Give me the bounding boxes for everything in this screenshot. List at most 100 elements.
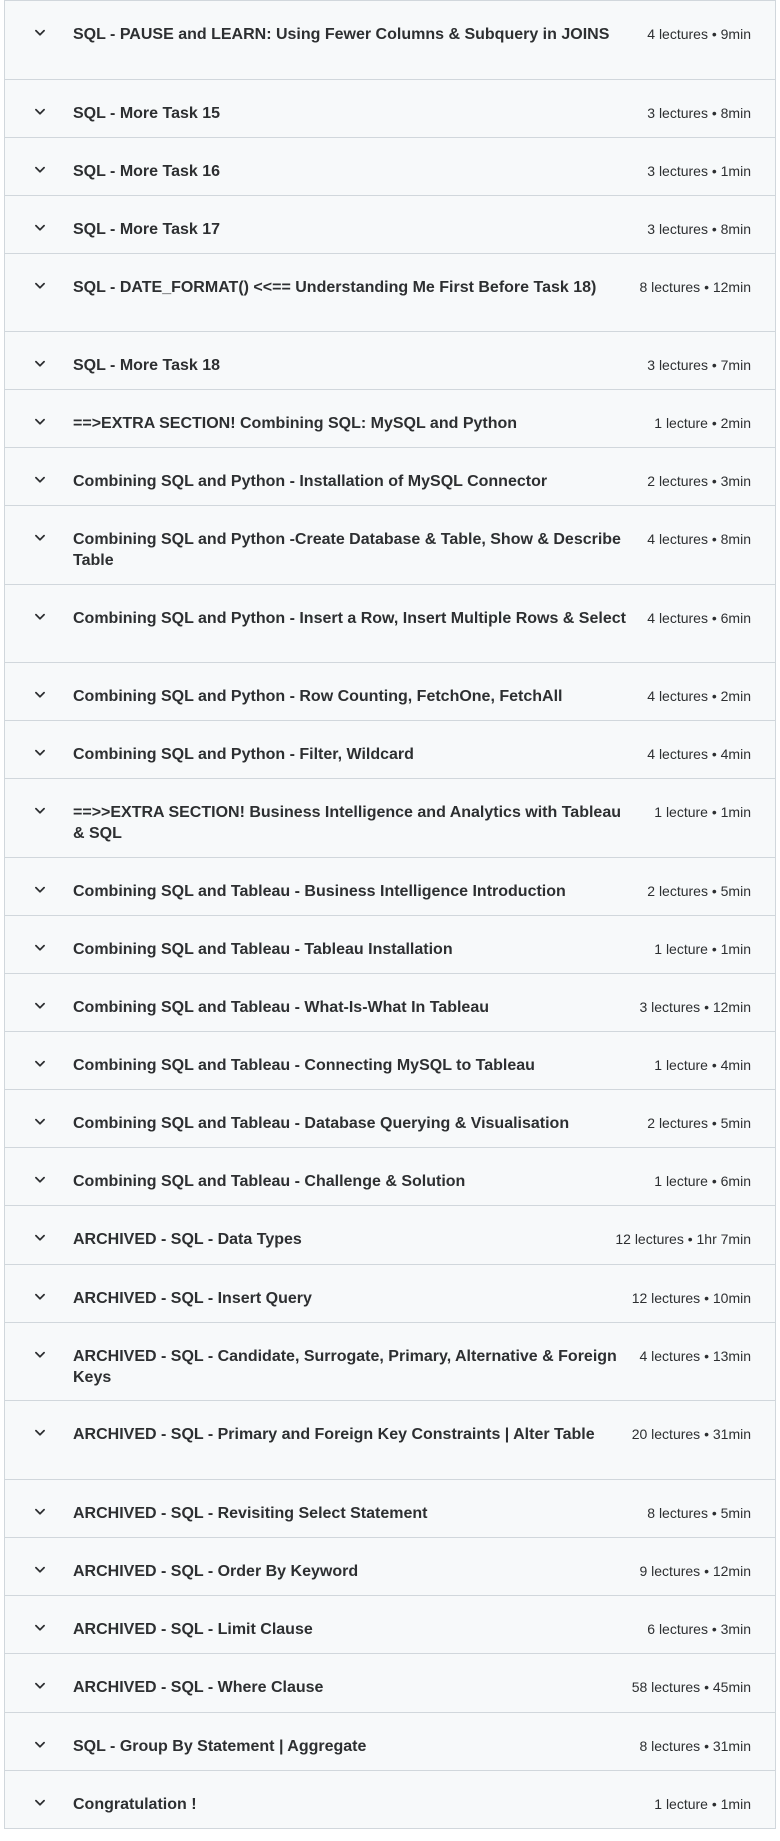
section-row[interactable]: Combining SQL and Tableau - Business Int… xyxy=(5,858,775,916)
section-row[interactable]: ARCHIVED - SQL - Data Types 12 lectures … xyxy=(5,1206,775,1265)
section-meta: 8 lectures • 12min xyxy=(639,279,751,295)
section-title: SQL - DATE_FORMAT() <<== Understanding M… xyxy=(73,279,597,296)
chevron-down-icon xyxy=(33,1796,47,1810)
section-row[interactable]: SQL - More Task 18 3 lectures • 7min xyxy=(5,332,775,390)
section-meta: 4 lectures • 2min xyxy=(647,688,751,704)
chevron-down-icon xyxy=(33,163,47,177)
section-title: Congratulation ! xyxy=(73,1796,197,1813)
section-title: Combining SQL and Python -Create Databas… xyxy=(73,531,621,569)
section-row[interactable]: ARCHIVED - SQL - Where Clause 58 lecture… xyxy=(5,1654,775,1713)
chevron-down-icon xyxy=(33,883,47,897)
section-title: Combining SQL and Tableau - What-Is-What… xyxy=(73,999,489,1016)
section-row[interactable]: SQL - DATE_FORMAT() <<== Understanding M… xyxy=(5,254,775,332)
section-meta: 3 lectures • 8min xyxy=(647,221,751,237)
section-row[interactable]: ARCHIVED - SQL - Order By Keyword 9 lect… xyxy=(5,1538,775,1596)
chevron-down-icon xyxy=(33,221,47,235)
section-meta: 3 lectures • 8min xyxy=(647,105,751,121)
chevron-down-icon xyxy=(33,1679,47,1693)
section-title: Combining SQL and Python - Filter, Wildc… xyxy=(73,746,414,763)
section-row[interactable]: ARCHIVED - SQL - Primary and Foreign Key… xyxy=(5,1401,775,1480)
section-title: ARCHIVED - SQL - Limit Clause xyxy=(73,1621,313,1638)
chevron-down-icon xyxy=(33,688,47,702)
section-title: SQL - More Task 15 xyxy=(73,105,221,122)
section-title: ARCHIVED - SQL - Insert Query xyxy=(73,1290,312,1307)
section-meta: 3 lectures • 12min xyxy=(639,999,751,1015)
section-meta: 1 lecture • 6min xyxy=(654,1173,751,1189)
section-title: Combining SQL and Tableau - Challenge & … xyxy=(73,1173,466,1190)
section-meta: 4 lectures • 9min xyxy=(647,26,751,42)
section-row[interactable]: SQL - More Task 15 3 lectures • 8min xyxy=(5,80,775,138)
chevron-down-icon xyxy=(33,941,47,955)
section-meta: 12 lectures • 10min xyxy=(631,1290,751,1306)
section-meta: 3 lectures • 7min xyxy=(647,357,751,373)
section-meta: 4 lectures • 6min xyxy=(647,610,751,626)
chevron-down-icon xyxy=(33,1738,47,1752)
section-row[interactable]: Combining SQL and Tableau - Database Que… xyxy=(5,1090,775,1148)
section-meta: 4 lectures • 4min xyxy=(647,746,751,762)
section-title: SQL - PAUSE and LEARN: Using Fewer Colum… xyxy=(73,26,610,43)
section-row[interactable]: SQL - Group By Statement | Aggregate 8 l… xyxy=(5,1713,775,1771)
section-title: Combining SQL and Tableau - Business Int… xyxy=(73,883,566,900)
section-row[interactable]: Combining SQL and Python -Create Databas… xyxy=(5,506,775,585)
chevron-down-icon xyxy=(33,531,47,545)
section-title: SQL - More Task 17 xyxy=(73,221,221,238)
section-row[interactable]: SQL - More Task 17 3 lectures • 8min xyxy=(5,196,775,254)
section-meta: 8 lectures • 5min xyxy=(647,1505,751,1521)
section-row[interactable]: Combining SQL and Python - Filter, Wildc… xyxy=(5,721,775,779)
section-title: Combining SQL and Python - Insert a Row,… xyxy=(73,610,626,627)
section-row[interactable]: ARCHIVED - SQL - Insert Query 12 lecture… xyxy=(5,1265,775,1323)
section-meta: 2 lectures • 5min xyxy=(647,883,751,899)
chevron-down-icon xyxy=(33,1621,47,1635)
section-row[interactable]: Combining SQL and Tableau - What-Is-What… xyxy=(5,974,775,1032)
chevron-down-icon xyxy=(33,357,47,371)
chevron-down-icon xyxy=(33,1173,47,1187)
section-title: ARCHIVED - SQL - Revisiting Select State… xyxy=(73,1505,428,1522)
chevron-down-icon xyxy=(33,804,47,818)
section-meta: 2 lectures • 5min xyxy=(647,1115,751,1131)
section-meta: 4 lectures • 13min xyxy=(639,1348,751,1364)
section-title: ==>EXTRA SECTION! Combining SQL: MySQL a… xyxy=(73,415,518,432)
section-title: ARCHIVED - SQL - Candidate, Surrogate, P… xyxy=(73,1348,617,1386)
section-row[interactable]: ARCHIVED - SQL - Candidate, Surrogate, P… xyxy=(5,1323,775,1401)
section-row[interactable]: Combining SQL and Python - Row Counting,… xyxy=(5,663,775,721)
section-row[interactable]: ARCHIVED - SQL - Revisiting Select State… xyxy=(5,1480,775,1538)
section-row[interactable]: ARCHIVED - SQL - Limit Clause 6 lectures… xyxy=(5,1596,775,1654)
section-meta: 1 lecture • 4min xyxy=(654,1057,751,1073)
section-title: ARCHIVED - SQL - Where Clause xyxy=(73,1679,324,1696)
chevron-down-icon xyxy=(33,1563,47,1577)
section-row[interactable]: SQL - PAUSE and LEARN: Using Fewer Colum… xyxy=(5,0,775,80)
section-row[interactable]: Combining SQL and Tableau - Tableau Inst… xyxy=(5,916,775,974)
section-title: Combining SQL and Tableau - Tableau Inst… xyxy=(73,941,453,958)
chevron-down-icon xyxy=(33,105,47,119)
section-meta: 58 lectures • 45min xyxy=(631,1679,751,1695)
section-title: ARCHIVED - SQL - Data Types xyxy=(73,1231,302,1248)
chevron-down-icon xyxy=(33,1505,47,1519)
section-meta: 4 lectures • 8min xyxy=(647,531,751,547)
chevron-down-icon xyxy=(33,279,47,293)
section-row[interactable]: SQL - More Task 16 3 lectures • 1min xyxy=(5,138,775,196)
section-meta: 8 lectures • 31min xyxy=(639,1738,751,1754)
section-row[interactable]: ==>>EXTRA SECTION! Business Intelligence… xyxy=(5,779,775,858)
section-title: ==>>EXTRA SECTION! Business Intelligence… xyxy=(73,804,621,842)
chevron-down-icon xyxy=(33,746,47,760)
chevron-down-icon xyxy=(33,415,47,429)
section-meta: 9 lectures • 12min xyxy=(639,1563,751,1579)
chevron-down-icon xyxy=(33,1057,47,1071)
section-row[interactable]: Combining SQL and Tableau - Challenge & … xyxy=(5,1148,775,1206)
chevron-down-icon xyxy=(33,1231,47,1245)
section-meta: 3 lectures • 1min xyxy=(647,163,751,179)
section-row[interactable]: ==>EXTRA SECTION! Combining SQL: MySQL a… xyxy=(5,390,775,448)
section-title: Combining SQL and Tableau - Connecting M… xyxy=(73,1057,535,1074)
chevron-down-icon xyxy=(33,1115,47,1129)
section-row[interactable]: Combining SQL and Python - Installation … xyxy=(5,448,775,506)
section-title: Combining SQL and Python - Installation … xyxy=(73,473,548,490)
section-title: SQL - More Task 16 xyxy=(73,163,221,180)
section-row[interactable]: Combining SQL and Python - Insert a Row,… xyxy=(5,585,775,663)
chevron-down-icon xyxy=(33,1290,47,1304)
section-meta: 2 lectures • 3min xyxy=(647,473,751,489)
section-row[interactable]: Combining SQL and Tableau - Connecting M… xyxy=(5,1032,775,1090)
section-meta: 1 lecture • 1min xyxy=(654,804,751,820)
section-meta: 1 lecture • 2min xyxy=(654,415,751,431)
section-title: Combining SQL and Python - Row Counting,… xyxy=(73,688,563,705)
section-row[interactable]: Congratulation ! 1 lecture • 1min xyxy=(5,1771,775,1829)
